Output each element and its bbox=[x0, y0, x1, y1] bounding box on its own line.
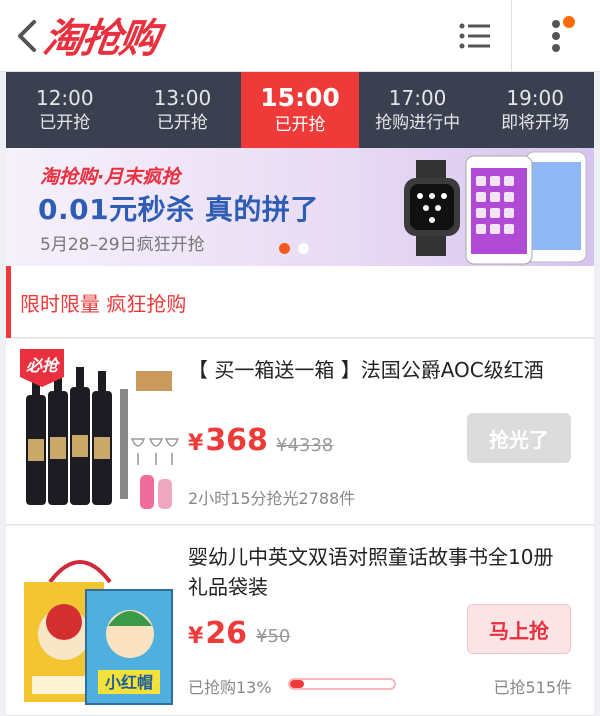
more-button[interactable] bbox=[512, 0, 600, 72]
carousel-dot[interactable] bbox=[298, 243, 309, 254]
currency-symbol: ¥ bbox=[188, 431, 204, 456]
banner-product-image bbox=[404, 151, 587, 265]
sales-progress-bar bbox=[288, 678, 396, 690]
list-icon bbox=[459, 23, 490, 49]
tab-session-0[interactable]: 12:00 已开抢 bbox=[6, 72, 124, 148]
carousel-indicators bbox=[279, 243, 309, 254]
grab-now-button[interactable]: 马上抢 bbox=[467, 604, 571, 654]
tab-time: 19:00 bbox=[506, 86, 564, 110]
sales-info: 2小时15分抢光2788件 bbox=[188, 489, 356, 508]
sold-count: 已抢515件 bbox=[493, 678, 572, 697]
session-tabs: 12:00 已开抢 13:00 已开抢 15:00 已开抢 17:00 抢购进行中 19:00 即… bbox=[6, 72, 594, 158]
sold-out-button[interactable]: 抢光了 bbox=[467, 413, 571, 463]
tab-session-3[interactable]: 17:00 抢购进行中 bbox=[359, 72, 477, 148]
product-image-books: 小红帽 bbox=[24, 560, 173, 705]
tab-status: 已开抢 bbox=[156, 113, 208, 133]
product-title[interactable]: 【 买一箱送一箱 】法国公爵AOC级红酒 bbox=[188, 355, 578, 385]
product-price: ¥26 bbox=[188, 616, 247, 651]
promo-banner[interactable]: 淘抢购·月末疯抢 0.01元秒杀 真的拼了 5月28–29日疯狂开抢 bbox=[6, 148, 594, 266]
section-accent-bar bbox=[6, 266, 11, 338]
tab-time: 17:00 bbox=[388, 86, 447, 110]
notification-dot bbox=[563, 16, 575, 28]
progress-fill bbox=[290, 680, 304, 688]
app-logo: 淘抢购 bbox=[40, 16, 161, 62]
tab-status: 抢购进行中 bbox=[375, 113, 461, 133]
tab-time: 15:00 bbox=[260, 83, 340, 112]
product-price: ¥368 bbox=[188, 423, 268, 458]
product-card[interactable]: 小红帽 婴幼儿中英文双语对照童话故事书全10册 礼品袋装 ¥26 ¥50 马上抢… bbox=[6, 526, 594, 716]
tab-session-1[interactable]: 13:00 已开抢 bbox=[124, 72, 242, 148]
section-header: 限时限量 疯狂抢购 bbox=[6, 266, 594, 338]
price-value: 26 bbox=[205, 616, 248, 651]
tab-status: 已开抢 bbox=[274, 115, 326, 135]
product-badge: 必抢 bbox=[26, 356, 61, 375]
carousel-dot[interactable] bbox=[279, 243, 290, 254]
product-title[interactable]: 婴幼儿中英文双语对照童话故事书全10册 礼品袋装 bbox=[188, 542, 578, 602]
book-cover-label: 小红帽 bbox=[105, 673, 153, 692]
product-card[interactable]: 必抢 【 买一箱送一箱 】法国公爵AOC级红酒 ¥368 ¥4338 抢光了 2… bbox=[6, 339, 594, 525]
price-value: 368 bbox=[205, 423, 268, 458]
list-menu-button[interactable] bbox=[440, 0, 510, 72]
tab-time: 13:00 bbox=[153, 86, 212, 110]
tab-session-4[interactable]: 19:00 即将开场 bbox=[476, 72, 594, 148]
banner-date: 5月28–29日疯狂开抢 bbox=[40, 235, 205, 255]
more-vertical-icon bbox=[552, 20, 560, 52]
product-image-wine: 必抢 bbox=[20, 349, 180, 509]
section-title: 限时限量 疯狂抢购 bbox=[20, 292, 187, 316]
progress-label: 已抢购13% bbox=[188, 678, 272, 697]
original-price: ¥4338 bbox=[276, 435, 334, 456]
tab-time: 12:00 bbox=[35, 86, 94, 110]
currency-symbol: ¥ bbox=[188, 624, 204, 649]
back-icon[interactable] bbox=[14, 18, 42, 54]
original-price: ¥50 bbox=[256, 626, 291, 647]
tab-status: 已开抢 bbox=[39, 113, 91, 133]
tab-session-2[interactable]: 15:00 已开抢 bbox=[241, 72, 359, 158]
banner-subtitle: 淘抢购·月末疯抢 bbox=[40, 166, 181, 188]
banner-title: 0.01元秒杀 真的拼了 bbox=[38, 193, 319, 226]
app-header: 淘抢购 bbox=[0, 0, 600, 72]
tab-status: 即将开场 bbox=[501, 113, 570, 133]
